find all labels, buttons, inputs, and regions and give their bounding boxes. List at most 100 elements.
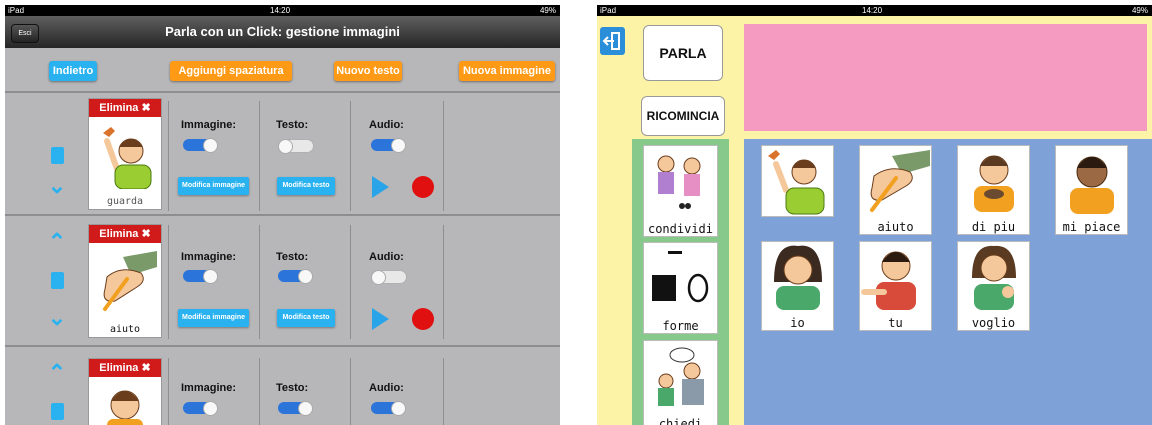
tile-caption: io xyxy=(790,316,805,330)
image-toggle[interactable] xyxy=(183,269,218,284)
delete-label: Elimina xyxy=(99,362,139,374)
scissors-icon: ✖ xyxy=(141,228,151,240)
add-spacing-button[interactable]: Aggiungi spaziatura xyxy=(170,61,292,81)
divider xyxy=(350,101,351,211)
page-title: Parla con un Click: gestione immagini xyxy=(165,24,400,39)
scissors-icon: ✖ xyxy=(141,362,151,374)
pictogram-tile-like[interactable]: mi piace xyxy=(1055,145,1128,235)
edit-image-button[interactable]: Modifica immagine xyxy=(178,177,249,195)
help-pictogram xyxy=(103,251,157,311)
image-toggle[interactable] xyxy=(183,401,218,416)
sentence-bar[interactable] xyxy=(744,24,1147,131)
child-pictogram xyxy=(107,390,143,425)
text-label: Testo: xyxy=(276,119,309,131)
drag-handle-icon[interactable] xyxy=(51,403,64,420)
tile-caption: mi piace xyxy=(1062,220,1121,234)
back-button[interactable]: Indietro xyxy=(49,61,97,81)
edit-images-screen: iPad 14:20 49% Esci Parla con un Click: … xyxy=(5,5,560,425)
picture-caption: guarda xyxy=(106,196,144,207)
more-pictogram xyxy=(974,155,1014,212)
audio-label: Audio: xyxy=(369,382,404,394)
picture-card: Elimina ✖ guarda xyxy=(88,98,162,210)
exit-icon[interactable] xyxy=(600,27,625,55)
me-pictogram xyxy=(774,245,822,310)
category-tile-ask[interactable]: chiedi xyxy=(643,340,718,425)
edit-image-button[interactable]: Modifica immagine xyxy=(178,309,249,327)
speak-board-screen: iPad 14:20 49% PARLA RICOMINCIA condivid… xyxy=(597,5,1152,425)
ask-pictogram xyxy=(658,347,704,406)
text-toggle[interactable] xyxy=(278,401,313,416)
battery-label: 49% xyxy=(1131,6,1148,15)
look-pictogram xyxy=(103,127,152,189)
divider xyxy=(5,345,560,347)
tile-caption: forme xyxy=(662,319,699,333)
delete-label: Elimina xyxy=(99,102,139,114)
scissors-icon: ✖ xyxy=(141,102,151,114)
pictogram-tile-look[interactable] xyxy=(761,145,834,217)
pictogram-tile-help[interactable]: aiuto xyxy=(859,145,932,235)
delete-button[interactable]: Elimina ✖ xyxy=(89,359,161,377)
category-tile-share[interactable]: condividi xyxy=(643,145,718,237)
speak-button[interactable]: PARLA xyxy=(643,25,723,81)
play-icon[interactable] xyxy=(372,176,389,198)
status-bar: iPad 14:20 49% xyxy=(5,5,560,16)
list-item: ⌄ Elimina ✖ guarda Immagine: Testo: Audi… xyxy=(5,93,560,214)
move-down-icon[interactable]: ⌄ xyxy=(45,175,69,197)
pictogram-tile-you[interactable]: tu xyxy=(859,241,932,331)
delete-button[interactable]: Elimina ✖ xyxy=(89,99,161,117)
divider xyxy=(443,225,444,339)
nav-bar: Esci Parla con un Click: gestione immagi… xyxy=(5,16,560,48)
restart-button[interactable]: RICOMINCIA xyxy=(641,96,725,136)
list-item: ⌃ ⌄ Elimina ✖ aiuto Immagine: Testo: Aud… xyxy=(5,217,560,345)
image-label: Immagine: xyxy=(181,119,237,131)
divider xyxy=(350,225,351,339)
category-column: condividi forme chiedi xyxy=(632,139,729,425)
picture-card: Elimina ✖ aiuto xyxy=(88,224,162,338)
text-toggle[interactable] xyxy=(278,269,313,284)
divider xyxy=(350,358,351,425)
help-pictogram xyxy=(870,150,930,212)
audio-toggle[interactable] xyxy=(371,138,406,153)
tile-caption: aiuto xyxy=(877,220,914,234)
audio-label: Audio: xyxy=(369,119,404,131)
divider xyxy=(259,101,260,211)
drag-handle-icon[interactable] xyxy=(51,147,64,164)
text-toggle[interactable] xyxy=(278,139,314,154)
divider xyxy=(168,358,169,425)
edit-text-button[interactable]: Modifica testo xyxy=(277,309,335,327)
record-icon[interactable] xyxy=(412,176,434,198)
record-icon[interactable] xyxy=(412,308,434,330)
pictogram-grid: aiuto di piu mi piace io tu voglio xyxy=(744,139,1152,425)
image-label: Immagine: xyxy=(181,251,237,263)
status-bar: iPad 14:20 49% xyxy=(597,5,1152,16)
edit-text-button[interactable]: Modifica testo xyxy=(277,177,335,195)
text-label: Testo: xyxy=(276,382,309,394)
pictogram-tile-want[interactable]: voglio xyxy=(957,241,1030,331)
shapes-pictogram xyxy=(652,251,709,303)
delete-label: Elimina xyxy=(99,228,139,240)
battery-label: 49% xyxy=(539,6,556,15)
pictogram-tile-more[interactable]: di piu xyxy=(957,145,1030,235)
move-up-icon[interactable]: ⌃ xyxy=(45,231,69,253)
divider xyxy=(168,225,169,339)
picture-caption: aiuto xyxy=(109,324,141,335)
image-toggle[interactable] xyxy=(183,138,218,153)
audio-toggle[interactable] xyxy=(371,270,407,285)
device-label: iPad xyxy=(8,6,25,15)
drag-handle-icon[interactable] xyxy=(51,272,64,289)
category-tile-shapes[interactable]: forme xyxy=(643,242,718,334)
move-up-icon[interactable]: ⌃ xyxy=(45,362,69,384)
divider xyxy=(443,101,444,211)
new-image-button[interactable]: Nuova immagine xyxy=(459,61,555,81)
divider xyxy=(5,214,560,216)
list-item: ⌃ Elimina ✖ Immagine: Testo: Audio: xyxy=(5,348,560,425)
like-pictogram xyxy=(1070,156,1114,214)
move-down-icon[interactable]: ⌄ xyxy=(45,307,69,329)
pictogram-tile-me[interactable]: io xyxy=(761,241,834,331)
audio-toggle[interactable] xyxy=(371,401,406,416)
divider xyxy=(259,225,260,339)
new-text-button[interactable]: Nuovo testo xyxy=(334,61,402,81)
divider xyxy=(168,101,169,211)
delete-button[interactable]: Elimina ✖ xyxy=(89,225,161,243)
play-icon[interactable] xyxy=(372,308,389,330)
